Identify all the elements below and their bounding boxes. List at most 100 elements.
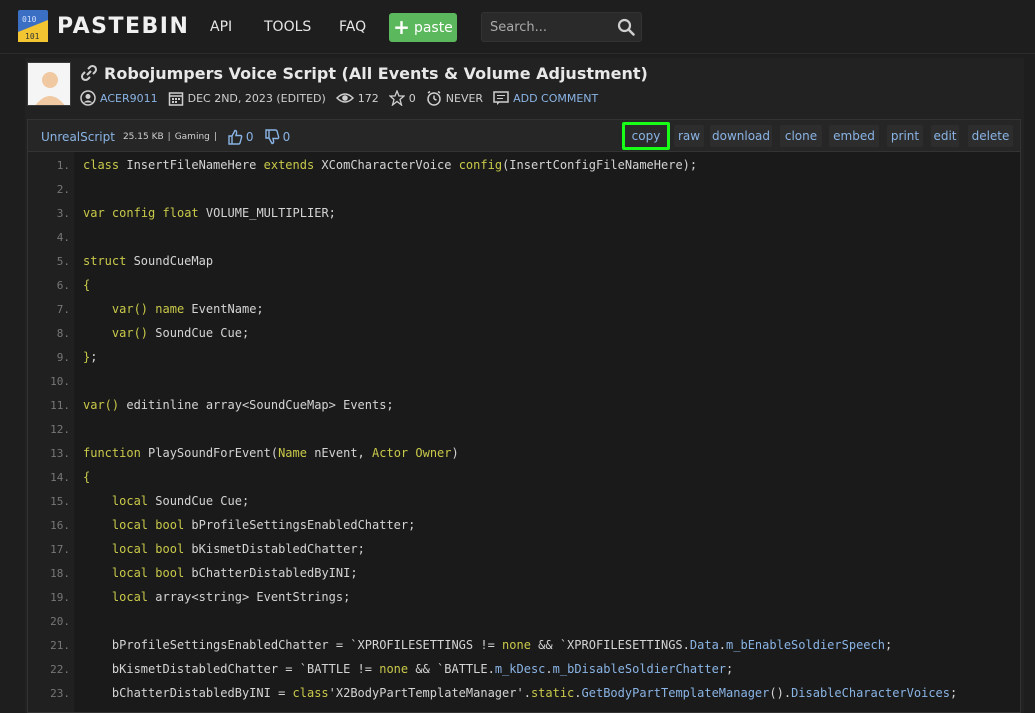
new-paste-label: paste: [413, 19, 453, 36]
line-number: 15.: [50, 494, 70, 508]
author-avatar[interactable]: [27, 62, 71, 106]
code-line: 22. bKismetDistabledChatter = `BATTLE !=…: [28, 657, 1022, 681]
code-line: 3. var config float VOLUME_MULTIPLIER;: [28, 201, 1022, 225]
code-text: bProfileSettingsEnabledChatter = `XPROFI…: [83, 638, 893, 652]
code-line: 17. local bool bKismetDistabledChatter;: [28, 537, 1022, 561]
new-paste-button[interactable]: + paste: [389, 13, 457, 42]
paste-date: DEC 2ND, 2023 (EDITED): [187, 91, 326, 105]
pastebin-logo-icon[interactable]: 010 101: [16, 6, 50, 44]
author-link[interactable]: ACER9011: [100, 92, 158, 105]
code-text: local bool bProfileSettingsEnabledChatte…: [111, 518, 416, 532]
link-icon[interactable]: [80, 64, 98, 82]
code-line: 21. bProfileSettingsEnabledChatter = `XP…: [28, 633, 1022, 657]
add-comment-link[interactable]: ADD COMMENT: [513, 92, 598, 105]
code-line: 6. {: [28, 273, 1022, 297]
brand-name[interactable]: PASTEBIN: [57, 14, 189, 39]
line-number: 8.: [56, 326, 70, 340]
line-number: 11.: [50, 398, 70, 412]
like-count: 0: [245, 130, 254, 144]
paste-size: 25.15 KB: [122, 132, 164, 142]
nav-faq[interactable]: FAQ: [339, 19, 366, 35]
search-box: [481, 12, 642, 42]
line-number: 18.: [50, 566, 70, 580]
star-count: 0: [408, 91, 416, 105]
code-line: 7. var() name EventName;: [28, 297, 1022, 321]
line-number: 17.: [50, 542, 70, 556]
search-input[interactable]: [482, 13, 612, 41]
line-number: 22.: [50, 662, 70, 676]
line-number: 23.: [50, 686, 70, 700]
separator: |: [167, 132, 171, 142]
code-text: var() name EventName;: [111, 302, 264, 316]
line-number: 9.: [56, 350, 70, 364]
copy-button[interactable]: copy: [622, 122, 670, 150]
line-number: 12.: [50, 422, 70, 436]
paste-title-row: Robojumpers Voice Script (All Events & V…: [80, 62, 648, 84]
code-text: {: [83, 278, 91, 292]
line-number: 2.: [56, 182, 70, 196]
code-text: local array<string> EventStrings;: [111, 590, 351, 604]
code-line: 11. var() editinline array<SoundCueMap> E…: [28, 393, 1022, 417]
line-number: 10.: [50, 374, 70, 388]
code-line: 20.: [28, 609, 1022, 633]
raw-button[interactable]: raw: [674, 125, 704, 147]
code-line: 12.: [28, 417, 1022, 441]
code-text: class InsertFileNameHere extends XComCha…: [83, 158, 698, 172]
code-line: 19. local array<string> EventStrings;: [28, 585, 1022, 609]
code-line: 5. struct SoundCueMap: [28, 249, 1022, 273]
delete-button[interactable]: delete: [968, 125, 1013, 147]
code-text: var() SoundCue Cue;: [111, 326, 250, 340]
code-viewer[interactable]: 1. class InsertFileNameHere extends XComC…: [27, 151, 1021, 713]
line-number: 21.: [50, 638, 70, 652]
line-number: 13.: [50, 446, 70, 460]
svg-text:101: 101: [25, 32, 40, 41]
line-number: 19.: [50, 590, 70, 604]
code-line: 1. class InsertFileNameHere extends XComC…: [28, 153, 1022, 177]
code-line: 16. local bool bProfileSettingsEnabledCh…: [28, 513, 1022, 537]
line-number: 16.: [50, 518, 70, 532]
embed-button[interactable]: embed: [829, 125, 879, 147]
code-text: };: [83, 350, 98, 364]
code-line: 9.};: [28, 345, 1022, 369]
code-text: bKismetDistabledChatter = `BATTLE != non…: [83, 662, 734, 676]
code-line: 14. {: [28, 465, 1022, 489]
nav-api[interactable]: API: [210, 19, 232, 35]
code-line: 13. function PlaySoundForEvent(Name nEven…: [28, 441, 1022, 465]
eye-icon: [335, 93, 354, 103]
code-text: bChatterDistabledByINI = class'X2BodyPar…: [83, 686, 958, 700]
nav-tools[interactable]: TOOLS: [264, 19, 311, 35]
clone-button[interactable]: clone: [780, 125, 822, 147]
star-icon[interactable]: [388, 90, 405, 106]
like-button[interactable]: 0: [227, 129, 254, 145]
line-number: 6.: [56, 278, 70, 292]
line-number: 1.: [56, 158, 70, 172]
line-number: 5.: [56, 254, 70, 268]
line-number: 4.: [56, 230, 70, 244]
plus-icon: +: [393, 14, 410, 39]
edit-button[interactable]: edit: [931, 125, 959, 147]
paste-toolbar: UnrealScript 25.15 KB | Gaming | 0 0 cop…: [27, 119, 1021, 151]
code-line: 2.: [28, 177, 1022, 201]
dislike-count: 0: [282, 130, 291, 144]
paste-title: Robojumpers Voice Script (All Events & V…: [104, 63, 648, 83]
code-text: {: [83, 470, 91, 484]
search-icon[interactable]: [617, 18, 635, 36]
language-link[interactable]: UnrealScript: [41, 130, 115, 144]
code-line: 18. local bool bChatterDistabledByINI;: [28, 561, 1022, 585]
paste-meta: ACER9011 DEC 2ND, 2023 (EDITED) 172 0 NE…: [80, 88, 608, 108]
avatar-icon: [28, 63, 70, 105]
top-navigation-bar: 010 101 PASTEBIN API TOOLS FAQ + paste: [0, 0, 1035, 54]
print-button[interactable]: print: [887, 125, 923, 147]
calendar-icon: [168, 92, 183, 106]
comment-icon[interactable]: [493, 90, 509, 106]
download-button[interactable]: download: [710, 125, 772, 147]
code-text: local bool bChatterDistabledByINI;: [111, 566, 358, 580]
expiry-clock-icon: [427, 90, 441, 106]
view-count: 172: [357, 91, 379, 105]
line-number: 20.: [50, 614, 70, 628]
line-number: 7.: [56, 302, 70, 316]
user-icon: [80, 90, 96, 106]
dislike-button[interactable]: 0: [264, 129, 291, 145]
paste-info: UnrealScript 25.15 KB | Gaming | 0 0: [41, 129, 290, 145]
code-line: 4.: [28, 225, 1022, 249]
